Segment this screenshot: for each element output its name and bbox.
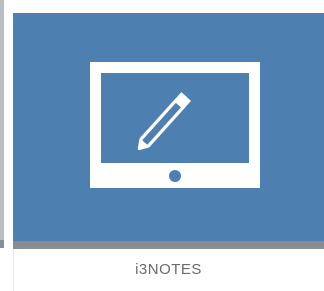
previous-tile-edge <box>0 0 4 246</box>
tile-bottom-bar <box>13 241 324 249</box>
app-tile-i3notes[interactable]: i3NOTES <box>13 13 324 291</box>
app-grid-fragment: i3NOTES <box>0 0 324 291</box>
tile-label[interactable]: i3NOTES <box>13 261 324 278</box>
tablet-pen-icon <box>90 62 260 193</box>
tile-image[interactable] <box>13 13 324 241</box>
previous-tile-bar-edge <box>0 240 4 248</box>
